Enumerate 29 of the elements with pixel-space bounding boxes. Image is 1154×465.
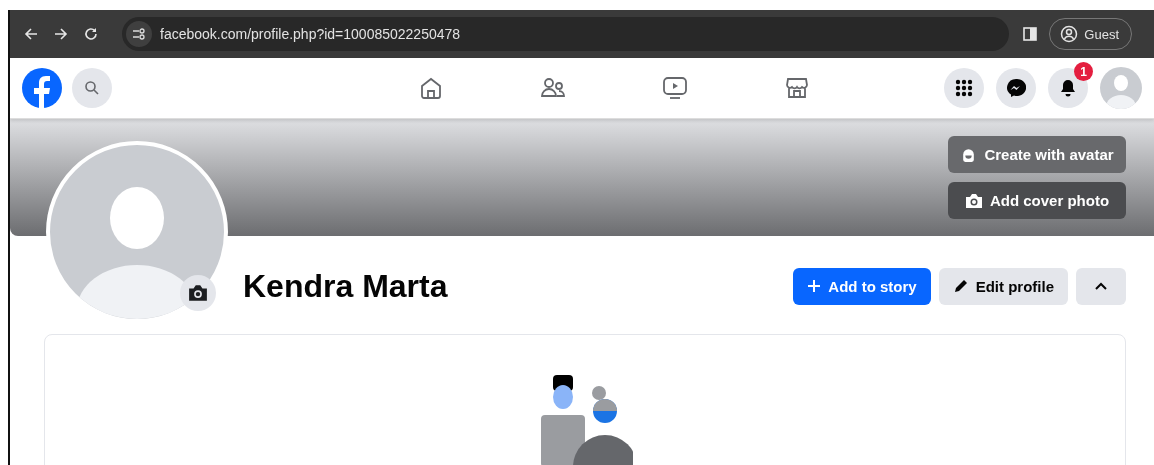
camera-icon	[188, 284, 208, 302]
add-to-story-button[interactable]: Add to story	[793, 267, 931, 305]
bell-icon	[1058, 78, 1078, 98]
plus-icon	[807, 279, 822, 293]
search-button[interactable]	[72, 68, 112, 108]
logo-icon[interactable]	[22, 68, 62, 108]
camera-icon	[964, 192, 983, 209]
notification-badge: 1	[1074, 62, 1093, 81]
home-icon	[419, 76, 443, 100]
caret-up-icon	[1095, 282, 1107, 290]
search-icon	[84, 80, 100, 96]
cover-button[interactable]: Create with avatar	[948, 136, 1126, 173]
grid-dots-icon	[955, 79, 973, 97]
shop-icon	[785, 76, 809, 100]
profile-name: Kendra Marta	[243, 267, 448, 305]
messenger-button[interactable]	[996, 68, 1036, 108]
people-icon	[540, 76, 566, 100]
url-text: facebook.com/profile.php?id=100085022250478	[160, 26, 461, 42]
pencil-icon	[952, 278, 969, 294]
cover-button[interactable]: Add cover photo	[948, 182, 1126, 219]
chat-bubble-icon	[1006, 78, 1026, 98]
site-settings-icon[interactable]	[126, 21, 152, 47]
address-bar[interactable]: facebook.com/profile.php?id=100085022250478	[122, 17, 1010, 51]
edit-profile-button[interactable]: Edit profile	[938, 267, 1068, 305]
menu-button[interactable]	[944, 68, 984, 108]
notifications-button[interactable]	[1048, 68, 1088, 108]
play-screen-icon	[662, 76, 688, 100]
side-panel-icon[interactable]	[1023, 27, 1038, 41]
person-icon	[1060, 25, 1079, 43]
